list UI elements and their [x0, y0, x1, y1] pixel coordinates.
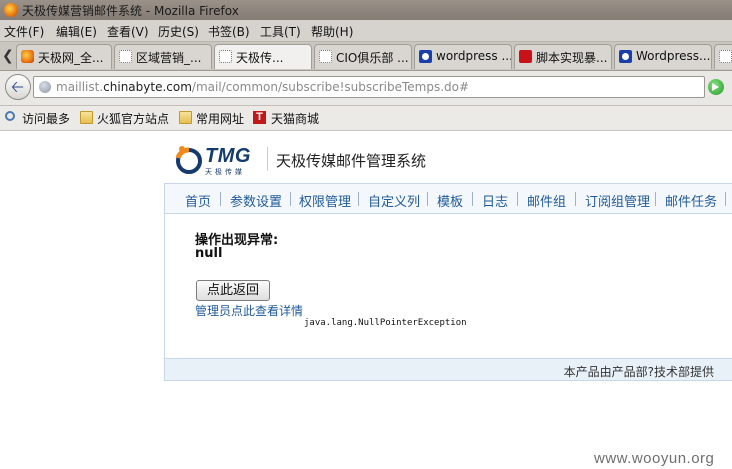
nav-templates[interactable]: 模板	[437, 191, 463, 210]
logo-divider	[267, 147, 268, 171]
nav-parameter-settings[interactable]: 参数设置	[230, 191, 282, 210]
tab-wordpress-2[interactable]: Wordpress...	[614, 44, 712, 69]
nav-separator	[725, 192, 726, 206]
blank-page-icon	[219, 50, 232, 63]
tab-label: CIO俱乐部 ...	[336, 51, 409, 65]
watermark-text: www.wooyun.org	[594, 450, 715, 467]
tab-label: 天极网_全...	[38, 51, 104, 65]
bookmark-common-sites[interactable]: 常用网址	[196, 110, 244, 127]
menu-file[interactable]: 文件(F)	[4, 23, 44, 40]
bookmark-most-visited[interactable]: 访问最多	[22, 110, 70, 127]
globe-icon	[39, 81, 51, 93]
tab-label: Wordpress...	[636, 49, 711, 63]
nav-logs[interactable]: 日志	[482, 191, 508, 210]
address-text: maillist.chinabyte.com/mail/common/subsc…	[56, 80, 469, 94]
bookmark-tmall[interactable]: 天猫商城	[271, 110, 319, 127]
tab-tianji-home[interactable]: 天极网_全...	[16, 44, 112, 69]
page-footer: 本产品由产品部?技术部提供	[164, 358, 732, 381]
tab-cio-club[interactable]: CIO俱乐部 ...	[314, 44, 412, 69]
tab-label: 脚本实现暴...	[536, 51, 608, 65]
red-hat-icon	[519, 50, 532, 63]
paw-icon	[619, 50, 632, 63]
nav-separator	[220, 192, 221, 206]
folder-icon	[179, 111, 192, 124]
menu-history[interactable]: 历史(S)	[158, 23, 199, 40]
navigation-toolbar: 🡠 maillist.chinabyte.com/mail/common/sub…	[0, 71, 732, 106]
window-title: 天极传媒营销邮件系统 - Mozilla Firefox	[22, 4, 239, 18]
tab-overflow[interactable]	[714, 44, 732, 69]
nav-separator	[517, 192, 518, 206]
url-prefix: maillist.	[56, 80, 104, 94]
return-button[interactable]: 点此返回	[196, 280, 270, 301]
nav-separator	[575, 192, 576, 206]
nav-separator	[290, 192, 291, 206]
menu-edit[interactable]: 编辑(E)	[56, 23, 97, 40]
back-arrow-icon: 🡠	[11, 77, 24, 96]
menu-view[interactable]: 查看(V)	[107, 23, 149, 40]
go-arrow-icon[interactable]	[708, 79, 724, 95]
paw-icon	[419, 50, 432, 63]
firefox-icon	[21, 50, 34, 63]
nav-subscription-groups[interactable]: 订阅组管理	[585, 191, 650, 210]
nav-separator	[358, 192, 359, 206]
address-bar[interactable]: maillist.chinabyte.com/mail/common/subsc…	[33, 76, 705, 98]
tab-script-exploit[interactable]: 脚本实现暴...	[514, 44, 612, 69]
error-message: null	[195, 246, 223, 261]
logo-text: TMG	[205, 145, 251, 167]
tmall-icon: T	[253, 111, 266, 124]
tab-wordpress-1[interactable]: wordpress ...	[414, 44, 512, 69]
back-button[interactable]: 🡠	[5, 74, 31, 100]
nav-custom-columns[interactable]: 自定义列	[368, 191, 420, 210]
system-title: 天极传媒邮件管理系统	[276, 152, 427, 170]
footer-text: 本产品由产品部?技术部提供	[563, 365, 714, 379]
logo-subtitle: 天极传媒	[205, 168, 245, 176]
blank-page-icon	[119, 50, 132, 63]
url-path: /mail/common/subscribe!subscribeTemps.do…	[191, 80, 470, 94]
nav-mail-groups[interactable]: 邮件组	[527, 191, 566, 210]
firefox-icon	[4, 3, 18, 17]
tab-regional-marketing[interactable]: 区域营销_...	[114, 44, 212, 69]
nav-mail-tasks[interactable]: 邮件任务	[665, 191, 717, 210]
admin-details-link[interactable]: 管理员点此查看详情	[195, 302, 303, 319]
main-nav: 首页 参数设置 权限管理 自定义列 模板 日志 邮件组 订阅组管理 邮件任务	[164, 183, 732, 214]
blank-page-icon	[719, 50, 732, 63]
bookmark-firefox-official[interactable]: 火狐官方站点	[97, 110, 169, 127]
tab-strip: ❮ 天极网_全... 区域营销_... 天极传... CIO俱乐部 ... wo…	[0, 42, 732, 71]
menu-help[interactable]: 帮助(H)	[311, 23, 353, 40]
nav-separator	[427, 192, 428, 206]
window-title-bar: 天极传媒营销邮件系统 - Mozilla Firefox	[0, 0, 732, 20]
search-icon	[5, 111, 15, 121]
menu-bookmarks[interactable]: 书签(B)	[208, 23, 250, 40]
folder-icon	[80, 111, 93, 124]
nav-separator	[655, 192, 656, 206]
tmg-logo-icon	[175, 146, 202, 174]
nav-home[interactable]: 首页	[185, 191, 211, 210]
url-domain: chinabyte.com	[103, 80, 192, 94]
menu-tools[interactable]: 工具(T)	[260, 23, 301, 40]
menu-bar: 文件(F) 编辑(E) 查看(V) 历史(S) 书签(B) 工具(T) 帮助(H…	[0, 20, 732, 42]
tab-scroll-left-icon[interactable]: ❮	[2, 48, 14, 64]
tab-label: 天极传...	[236, 51, 284, 65]
nav-permission-management[interactable]: 权限管理	[299, 191, 351, 210]
nav-separator	[472, 192, 473, 206]
tab-tianji-mail-active[interactable]: 天极传...	[214, 44, 312, 69]
bookmarks-toolbar: 访问最多 火狐官方站点 常用网址 T 天猫商城	[0, 106, 732, 131]
blank-page-icon	[319, 50, 332, 63]
tab-label: 区域营销_...	[136, 51, 202, 65]
tab-label: wordpress ...	[436, 49, 512, 63]
exception-text: java.lang.NullPointerException	[304, 318, 467, 328]
